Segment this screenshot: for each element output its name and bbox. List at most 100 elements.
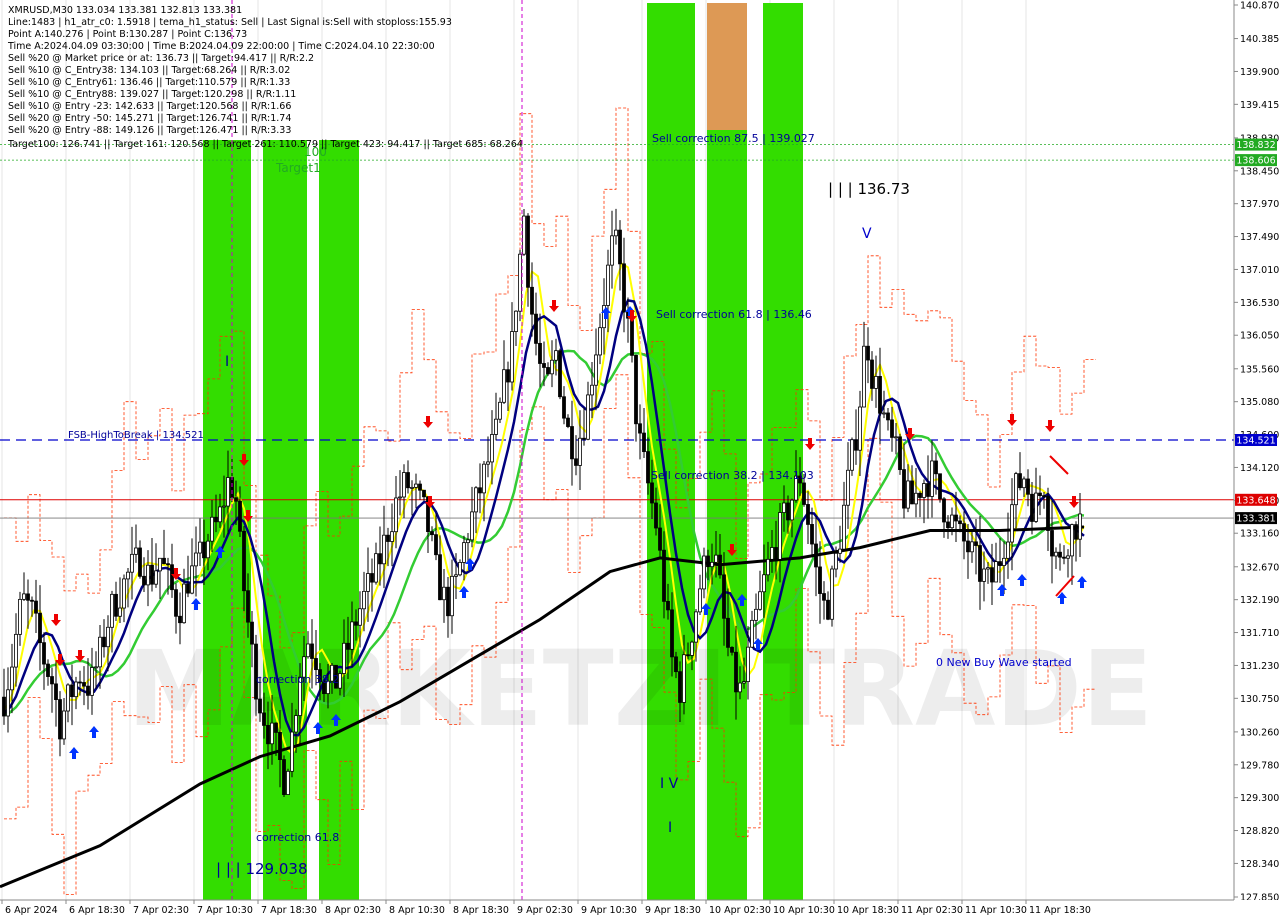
candle-body <box>578 437 582 466</box>
candle-body <box>994 561 998 583</box>
candle-body <box>642 432 646 453</box>
green-level-1-text: 138.832 <box>1236 140 1275 151</box>
candle-body <box>94 666 98 669</box>
candle-body <box>650 482 654 504</box>
candle-body <box>398 496 402 499</box>
candle-body <box>438 554 442 601</box>
candle-body <box>198 541 202 554</box>
x-tick-label: 7 Apr 02:30 <box>133 905 189 916</box>
candle-body <box>290 731 294 772</box>
candle-body <box>894 436 898 439</box>
candle-body <box>638 423 642 434</box>
candle-body <box>722 574 726 619</box>
y-tick-label: 133.160 <box>1240 529 1279 540</box>
candle-body <box>358 608 362 626</box>
y-tick-label: 131.230 <box>1240 661 1279 672</box>
candle-body <box>346 642 350 650</box>
candle-body <box>922 483 926 498</box>
x-tick-label: 6 Apr 2024 <box>5 905 58 916</box>
candle-body <box>862 345 866 408</box>
candle-body <box>394 497 398 533</box>
candle-body <box>6 689 10 717</box>
candle-body <box>418 483 422 491</box>
wave-v-label: V <box>862 226 872 242</box>
candle-body <box>258 698 262 714</box>
candle-body <box>162 557 166 565</box>
candle-body <box>1078 513 1082 540</box>
candle-body <box>826 599 830 620</box>
candle-body <box>362 590 366 610</box>
candle-body <box>390 531 394 542</box>
candle-body <box>854 439 858 451</box>
correction-382-label: correction 38.2 <box>256 673 339 686</box>
candle-body <box>914 492 918 505</box>
candle-body <box>678 671 682 703</box>
candle-body <box>1042 495 1046 498</box>
candle-body <box>834 552 838 570</box>
y-tick-label: 138.450 <box>1240 166 1279 177</box>
new-buy-wave-label: 0 New Buy Wave started <box>936 656 1072 669</box>
candle-body <box>1058 551 1062 558</box>
candle-body <box>1050 530 1054 557</box>
candle-body <box>442 586 446 601</box>
info-line: Time A:2024.04.09 03:30:00 | Time B:2024… <box>8 41 435 52</box>
candle-body <box>462 542 466 563</box>
y-tick-label: 132.190 <box>1240 595 1279 606</box>
candle-body <box>174 589 178 617</box>
candle-body <box>746 646 750 683</box>
candle-body <box>942 498 946 523</box>
candle-body <box>946 521 950 529</box>
info-line: Sell %10 @ C_Entry88: 139.027 || Target:… <box>8 89 297 100</box>
candle-body <box>14 633 18 668</box>
candle-body <box>122 578 126 609</box>
y-tick-label: 131.710 <box>1240 628 1279 639</box>
candle-body <box>742 681 746 684</box>
candle-body <box>282 759 286 795</box>
target1-label: Target1 <box>275 161 321 175</box>
candle-body <box>1030 493 1034 522</box>
candle-body <box>546 367 550 375</box>
candle-body <box>230 477 234 499</box>
current-price-text: 133.381 <box>1236 514 1275 525</box>
candle-body <box>70 684 74 698</box>
candle-body <box>762 574 766 593</box>
price-chart[interactable]: MARKETZI TRADE Sell correction 87.5 | 13… <box>0 0 1280 920</box>
candle-body <box>206 540 210 559</box>
candle-body <box>490 434 494 463</box>
candle-body <box>934 460 938 475</box>
candle-body <box>818 566 822 594</box>
candle-body <box>186 583 190 594</box>
candle-body <box>782 502 786 513</box>
info-line: Sell %10 @ C_Entry38: 134.103 || Target:… <box>8 65 291 76</box>
candle-body <box>354 621 358 626</box>
candle-body <box>22 593 26 600</box>
y-tick-label: 130.750 <box>1240 694 1279 705</box>
candle-body <box>542 363 546 368</box>
info-line: XMRUSD,M30 133.034 133.381 132.813 133.3… <box>8 5 243 16</box>
y-tick-label: 140.870 <box>1240 1 1279 12</box>
candle-body <box>54 683 58 700</box>
candle-body <box>1046 495 1050 531</box>
candle-body <box>538 342 542 364</box>
candle-body <box>306 643 310 658</box>
candle-body <box>210 516 214 542</box>
info-line: Sell %10 @ C_Entry61: 136.46 || Target:1… <box>8 77 291 88</box>
x-tick-label: 9 Apr 18:30 <box>645 905 701 916</box>
candle-body <box>706 555 710 568</box>
x-tick-label: 11 Apr 02:30 <box>901 905 963 916</box>
candle-body <box>262 712 266 726</box>
candle-body <box>486 461 490 465</box>
info-panel: XMRUSD,M30 133.034 133.381 132.813 133.3… <box>8 5 452 137</box>
candle-body <box>974 541 978 546</box>
y-tick-label: 139.415 <box>1240 100 1279 111</box>
candle-body <box>926 483 930 497</box>
candle-body <box>830 568 834 620</box>
candle-body <box>30 599 34 602</box>
candle-body <box>634 354 638 425</box>
candle-body <box>386 534 390 542</box>
candle-body <box>694 611 698 643</box>
candle-body <box>246 590 250 623</box>
candle-body <box>314 658 318 671</box>
candle-body <box>838 548 842 554</box>
candle-body <box>422 489 426 498</box>
